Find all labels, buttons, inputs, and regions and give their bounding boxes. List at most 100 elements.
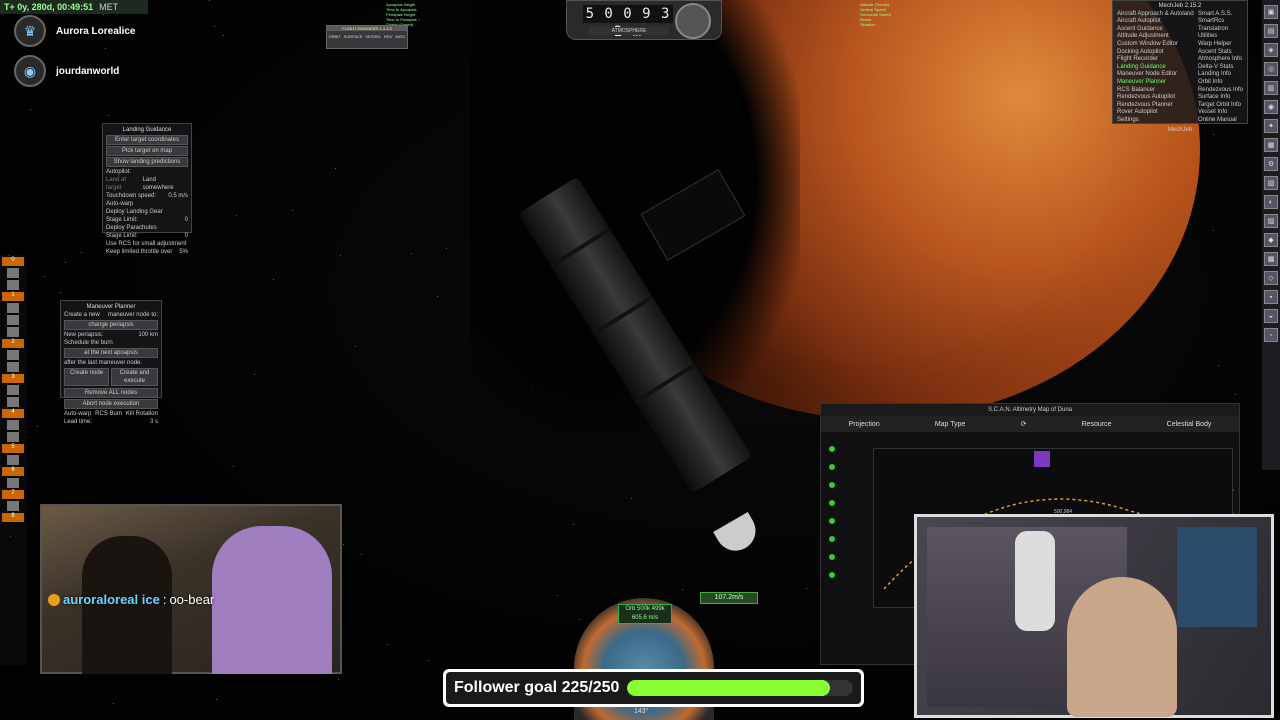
- stage-part-icon[interactable]: [7, 478, 19, 488]
- stage-number[interactable]: 6: [2, 467, 24, 476]
- toolbar-app-icon[interactable]: ◎: [1264, 62, 1278, 76]
- mj-item[interactable]: Attitude Adjustment: [1117, 33, 1194, 41]
- toolbar-app-icon[interactable]: ▫: [1264, 328, 1278, 342]
- stage-number[interactable]: 5: [2, 444, 24, 453]
- stage-part-icon[interactable]: [7, 362, 19, 372]
- autowarp-toggle[interactable]: Auto-warp: [106, 200, 188, 208]
- stage-number[interactable]: 2: [2, 339, 24, 348]
- stage-limit-input-2[interactable]: 0: [185, 232, 188, 240]
- keep-throttle-toggle[interactable]: Keep limited throttle over: [106, 248, 172, 256]
- stage-part-icon[interactable]: [7, 303, 19, 313]
- mj-item[interactable]: Delta-V Stats: [1198, 64, 1243, 72]
- toolbar-app-icon[interactable]: ⚙: [1264, 157, 1278, 171]
- mj-item[interactable]: Atmosphere Info: [1198, 56, 1243, 64]
- stage-part-icon[interactable]: [7, 432, 19, 442]
- mj-item-active[interactable]: Maneuver Planner: [1117, 79, 1194, 87]
- mj-item[interactable]: Vessel Info: [1198, 109, 1243, 117]
- stage-part-icon[interactable]: [7, 327, 19, 337]
- mj-item[interactable]: Rendezvous Autopilot: [1117, 94, 1194, 102]
- mj-item-active[interactable]: Landing Guidance: [1117, 64, 1194, 72]
- stage-limit-input[interactable]: 0: [185, 216, 188, 224]
- stage-part-icon[interactable]: [7, 455, 19, 465]
- mj-item[interactable]: RCS Balancer: [1117, 87, 1194, 95]
- mechjeb-footer[interactable]: MechJeb: [1117, 127, 1243, 135]
- kill-rotation-toggle[interactable]: Kill Rotation: [126, 410, 158, 418]
- toolbar-app-icon[interactable]: ◈: [1264, 43, 1278, 57]
- toolbar-app-icon[interactable]: ▦: [1264, 138, 1278, 152]
- stage-number[interactable]: 3: [2, 374, 24, 383]
- stage-part-icon[interactable]: [7, 420, 19, 430]
- mj-item[interactable]: Warp Helper: [1198, 41, 1243, 49]
- lead-time-input[interactable]: 3: [150, 419, 153, 425]
- create-node-button[interactable]: Create node: [64, 368, 110, 386]
- mj-item[interactable]: Rendezvous Info: [1198, 87, 1243, 95]
- toolbar-app-icon[interactable]: ▣: [1264, 5, 1278, 19]
- fe-rdv-button[interactable]: RDV: [384, 34, 392, 39]
- new-periapsis-input[interactable]: 100: [138, 332, 148, 338]
- toggle-dot[interactable]: [829, 464, 835, 470]
- toggle-dot[interactable]: [829, 500, 835, 506]
- timing-select[interactable]: at the next apoapsis: [64, 348, 158, 358]
- stage-part-icon[interactable]: [7, 315, 19, 325]
- touchdown-input[interactable]: 0.5: [168, 193, 176, 199]
- stage-number[interactable]: 8: [2, 513, 24, 522]
- stage-number[interactable]: 4: [2, 409, 24, 418]
- deploy-chutes-toggle[interactable]: Deploy Parachutes: [106, 224, 188, 232]
- mj-item[interactable]: Surface Info: [1198, 94, 1243, 102]
- mj-item[interactable]: Target Orbit Info: [1198, 102, 1243, 110]
- tab-projection[interactable]: Projection: [849, 421, 880, 428]
- scansat-title[interactable]: S.C.A.N. Altimetry Map of Duna: [821, 404, 1239, 416]
- stage-part-icon[interactable]: [7, 280, 19, 290]
- toolbar-app-icon[interactable]: ▧: [1264, 176, 1278, 190]
- mj-item[interactable]: Ascent Guidance: [1117, 26, 1194, 34]
- toolbar-app-icon[interactable]: ◇: [1264, 271, 1278, 285]
- tab-map-type[interactable]: Map Type: [935, 421, 966, 428]
- show-predictions-toggle[interactable]: Show landing predictions: [106, 157, 188, 167]
- land-at-target-button[interactable]: Land at target: [106, 176, 143, 192]
- autowarp-toggle[interactable]: Auto-warp: [64, 410, 91, 418]
- mj-item[interactable]: Online Manual: [1198, 117, 1243, 125]
- toggle-dot[interactable]: [829, 554, 835, 560]
- operation-select[interactable]: change periapsis: [64, 320, 158, 330]
- mj-item[interactable]: SmartRcs: [1198, 18, 1243, 26]
- create-execute-button[interactable]: Create and execute: [111, 368, 158, 386]
- stage-number[interactable]: 0: [2, 257, 24, 266]
- mj-item[interactable]: Aircraft Autopilot: [1117, 18, 1194, 26]
- stage-number[interactable]: 1: [2, 292, 24, 301]
- fe-orbit-button[interactable]: ORBIT: [328, 34, 340, 39]
- mj-item[interactable]: Ascent Stats: [1198, 49, 1243, 57]
- fe-vessel-button[interactable]: VESSEL: [366, 34, 382, 39]
- toolbar-app-icon[interactable]: ▩: [1264, 252, 1278, 266]
- toggle-dot[interactable]: [829, 446, 835, 452]
- toolbar-app-icon[interactable]: ◉: [1264, 100, 1278, 114]
- mj-item[interactable]: Rendezvous Planner: [1117, 102, 1194, 110]
- toolbar-app-icon[interactable]: ▨: [1264, 214, 1278, 228]
- toggle-dot[interactable]: [829, 536, 835, 542]
- mj-item[interactable]: Aircraft Approach & Autoland: [1117, 11, 1194, 19]
- mj-item[interactable]: Rover Autopilot: [1117, 109, 1194, 117]
- mj-item[interactable]: Custom Window Editor: [1117, 41, 1194, 49]
- toolbar-app-icon[interactable]: ◒: [1264, 309, 1278, 323]
- tab-celestial-body[interactable]: Celestial Body: [1167, 421, 1212, 428]
- toggle-dot[interactable]: [829, 482, 835, 488]
- enter-coords-button[interactable]: Enter target coordinates: [106, 135, 188, 145]
- toolbar-app-icon[interactable]: ▤: [1264, 24, 1278, 38]
- mj-item[interactable]: Maneuver Node Editor: [1117, 71, 1194, 79]
- mj-item[interactable]: Orbit Info: [1198, 79, 1243, 87]
- mj-item[interactable]: Smart A.S.S.: [1198, 11, 1243, 19]
- mj-item[interactable]: Flight Recorder: [1117, 56, 1194, 64]
- abort-node-button[interactable]: Abort node execution: [64, 399, 158, 409]
- stage-part-icon[interactable]: [7, 268, 19, 278]
- mj-item[interactable]: Utilities: [1198, 33, 1243, 41]
- fe-surface-button[interactable]: SURFACE: [344, 34, 363, 39]
- stage-part-icon[interactable]: [7, 350, 19, 360]
- toolbar-app-icon[interactable]: ▪: [1264, 290, 1278, 304]
- remove-all-nodes-button[interactable]: Remove ALL nodes: [64, 388, 158, 398]
- mj-item[interactable]: Landing Info: [1198, 71, 1243, 79]
- mj-item[interactable]: Translatron: [1198, 26, 1243, 34]
- toolbar-app-icon[interactable]: ▥: [1264, 81, 1278, 95]
- stage-number[interactable]: 7: [2, 490, 24, 499]
- stage-part-icon[interactable]: [7, 397, 19, 407]
- toolbar-app-icon[interactable]: ◆: [1264, 233, 1278, 247]
- mj-item[interactable]: Docking Autopilot: [1117, 49, 1194, 57]
